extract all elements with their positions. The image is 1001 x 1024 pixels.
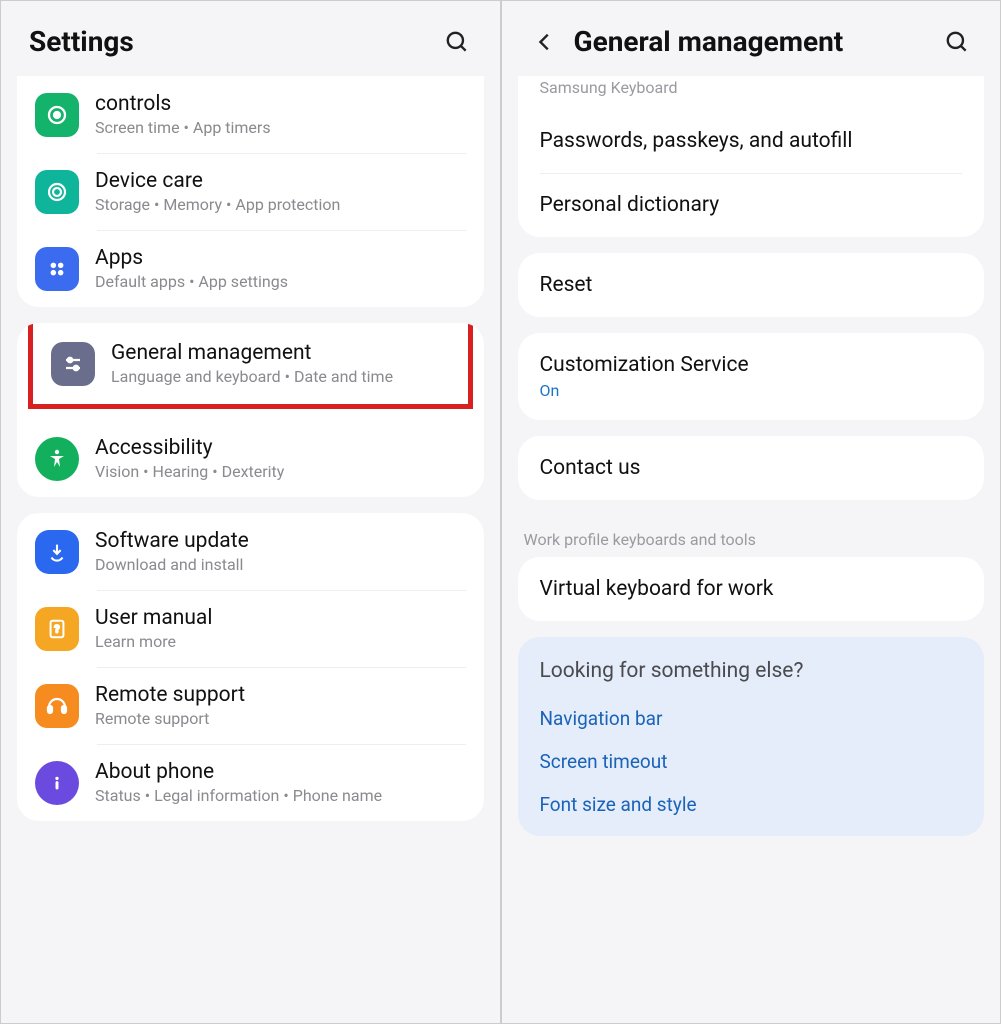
row-general-management[interactable]: General management Language and keyboard… xyxy=(33,323,468,404)
settings-group-3: Software update Download and install ? U… xyxy=(17,513,484,821)
samsung-keyboard-label: Samsung Keyboard xyxy=(518,76,985,109)
page-title: General management xyxy=(574,25,929,58)
row-sub: Default apps • App settings xyxy=(95,272,288,291)
row-apps[interactable]: Apps Default apps • App settings xyxy=(17,230,484,307)
row-sub: Vision • Hearing • Dexterity xyxy=(95,462,284,481)
work-profile-header: Work profile keyboards and tools xyxy=(502,516,1001,553)
gm-card-keyboard: Samsung Keyboard Passwords, passkeys, an… xyxy=(518,76,985,237)
gm-card-customization: Customization Service On xyxy=(518,333,985,420)
row-software-update[interactable]: Software update Download and install xyxy=(17,513,484,590)
row-device-care[interactable]: Device care Storage • Memory • App prote… xyxy=(17,153,484,230)
svg-text:?: ? xyxy=(54,624,59,635)
row-sub: Status • Legal information • Phone name xyxy=(95,786,382,805)
row-about-phone[interactable]: About phone Status • Legal information •… xyxy=(17,744,484,821)
settings-group-2: General management Language and keyboard… xyxy=(17,323,484,497)
row-sub: Storage • Memory • App protection xyxy=(95,195,340,214)
row-reset[interactable]: Reset xyxy=(518,253,985,317)
row-accessibility[interactable]: Accessibility Vision • Hearing • Dexteri… xyxy=(17,420,484,497)
software-update-icon xyxy=(35,530,79,574)
page-title: Settings xyxy=(29,25,428,58)
gm-header: General management xyxy=(502,1,1001,76)
row-title: Remote support xyxy=(95,683,245,707)
row-sub: Download and install xyxy=(95,555,249,574)
apps-icon xyxy=(35,247,79,291)
row-sub: Remote support xyxy=(95,709,245,728)
row-digital-wellbeing[interactable]: controls Screen time • App timers xyxy=(17,76,484,153)
row-contact-us[interactable]: Contact us xyxy=(518,436,985,500)
row-text: Accessibility Vision • Hearing • Dexteri… xyxy=(95,436,284,481)
row-title: controls xyxy=(95,92,271,116)
accessibility-icon xyxy=(35,437,79,481)
row-user-manual[interactable]: ? User manual Learn more xyxy=(17,590,484,667)
gm-card-contact: Contact us xyxy=(518,436,985,500)
row-passwords-autofill[interactable]: Passwords, passkeys, and autofill xyxy=(518,109,985,173)
link-font-size-style[interactable]: Font size and style xyxy=(540,783,963,826)
search-icon[interactable] xyxy=(942,27,972,57)
looking-card: Looking for something else? Navigation b… xyxy=(518,637,985,836)
about-phone-icon xyxy=(35,761,79,805)
highlight-box: General management Language and keyboard… xyxy=(28,323,473,409)
row-customization-service[interactable]: Customization Service On xyxy=(518,333,985,420)
row-title: Device care xyxy=(95,169,340,193)
search-icon[interactable] xyxy=(442,27,472,57)
row-title: Customization Service xyxy=(540,353,963,377)
settings-header: Settings xyxy=(1,1,500,76)
row-text: Remote support Remote support xyxy=(95,683,245,728)
row-sub: On xyxy=(540,381,963,400)
remote-support-icon xyxy=(35,684,79,728)
device-care-icon xyxy=(35,170,79,214)
row-personal-dictionary[interactable]: Personal dictionary xyxy=(518,173,985,237)
wellbeing-icon xyxy=(35,93,79,137)
row-virtual-keyboard-work[interactable]: Virtual keyboard for work xyxy=(518,557,985,621)
row-sub: Screen time • App timers xyxy=(95,118,271,137)
row-text: controls Screen time • App timers xyxy=(95,92,271,137)
settings-pane: Settings controls Screen time • App time… xyxy=(1,1,502,1023)
row-title: General management xyxy=(111,341,393,365)
settings-group-1: controls Screen time • App timers Device… xyxy=(17,76,484,307)
looking-heading: Looking for something else? xyxy=(540,659,963,683)
row-text: General management Language and keyboard… xyxy=(111,341,393,386)
row-sub: Learn more xyxy=(95,632,212,651)
row-title: Software update xyxy=(95,529,249,553)
user-manual-icon: ? xyxy=(35,607,79,651)
general-management-pane: General management Samsung Keyboard Pass… xyxy=(502,1,1001,1023)
row-text: Device care Storage • Memory • App prote… xyxy=(95,169,340,214)
row-text: Apps Default apps • App settings xyxy=(95,246,288,291)
row-sub: Language and keyboard • Date and time xyxy=(111,367,393,386)
gm-card-reset: Reset xyxy=(518,253,985,317)
row-text: User manual Learn more xyxy=(95,606,212,651)
row-title: User manual xyxy=(95,606,212,630)
general-management-icon xyxy=(51,342,95,386)
link-screen-timeout[interactable]: Screen timeout xyxy=(540,740,963,783)
row-text: Software update Download and install xyxy=(95,529,249,574)
row-title: Apps xyxy=(95,246,288,270)
row-title: Accessibility xyxy=(95,436,284,460)
row-text: About phone Status • Legal information •… xyxy=(95,760,382,805)
back-icon[interactable] xyxy=(530,27,560,57)
row-title: About phone xyxy=(95,760,382,784)
link-navigation-bar[interactable]: Navigation bar xyxy=(540,697,963,740)
row-remote-support[interactable]: Remote support Remote support xyxy=(17,667,484,744)
gm-card-work: Virtual keyboard for work xyxy=(518,557,985,621)
